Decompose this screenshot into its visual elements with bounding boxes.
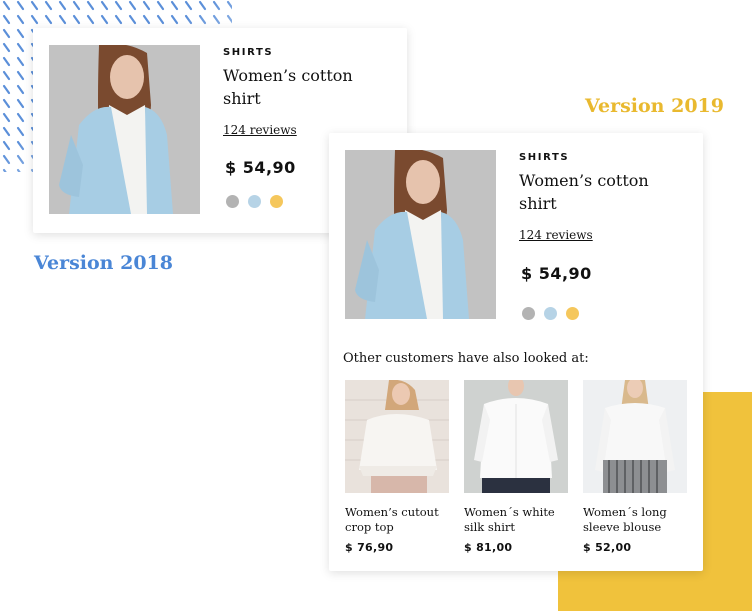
color-swatches [226,195,283,208]
recommendation-item[interactable]: Women´s long sleeve blouse $ 52,00 [583,380,687,554]
recommendation-name[interactable]: Women´s long sleeve blouse [583,505,687,534]
product-category: SHIRTS [223,47,274,58]
recommendation-item[interactable]: Women’s cutout crop top $ 76,90 [345,380,449,554]
recommendation-name[interactable]: Women´s white silk shirt [464,505,568,534]
product-photo[interactable] [345,150,496,319]
recommendation-price: $ 81,00 [464,541,513,554]
swatch-yellow[interactable] [566,307,579,320]
swatch-grey[interactable] [226,195,239,208]
product-category: SHIRTS [519,152,570,163]
color-swatches [522,307,579,320]
recommendation-photo[interactable] [464,380,568,493]
swatch-blue[interactable] [544,307,557,320]
product-title[interactable]: Women’s cotton shirt [519,169,669,215]
version-2019-label: Version 2019 [585,95,724,117]
reviews-link[interactable]: 124 reviews [223,123,297,137]
recommendation-item[interactable]: Women´s white silk shirt $ 81,00 [464,380,568,554]
recommendation-name[interactable]: Women’s cutout crop top [345,505,449,534]
recommendation-price: $ 76,90 [345,541,394,554]
product-title[interactable]: Women’s cotton shirt [223,64,373,110]
swatch-blue[interactable] [248,195,261,208]
product-price: $ 54,90 [521,264,592,283]
recommendations-heading: Other customers have also looked at: [343,351,589,366]
recommendation-photo[interactable] [583,380,687,493]
product-price: $ 54,90 [225,158,296,177]
recommendation-photo[interactable] [345,380,449,493]
swatch-grey[interactable] [522,307,535,320]
reviews-link[interactable]: 124 reviews [519,228,593,242]
swatch-yellow[interactable] [270,195,283,208]
product-photo[interactable] [49,45,200,214]
recommendation-price: $ 52,00 [583,541,632,554]
version-2018-label: Version 2018 [34,252,173,274]
product-card-2019: SHIRTS Women’s cotton shirt 124 reviews … [329,133,703,571]
